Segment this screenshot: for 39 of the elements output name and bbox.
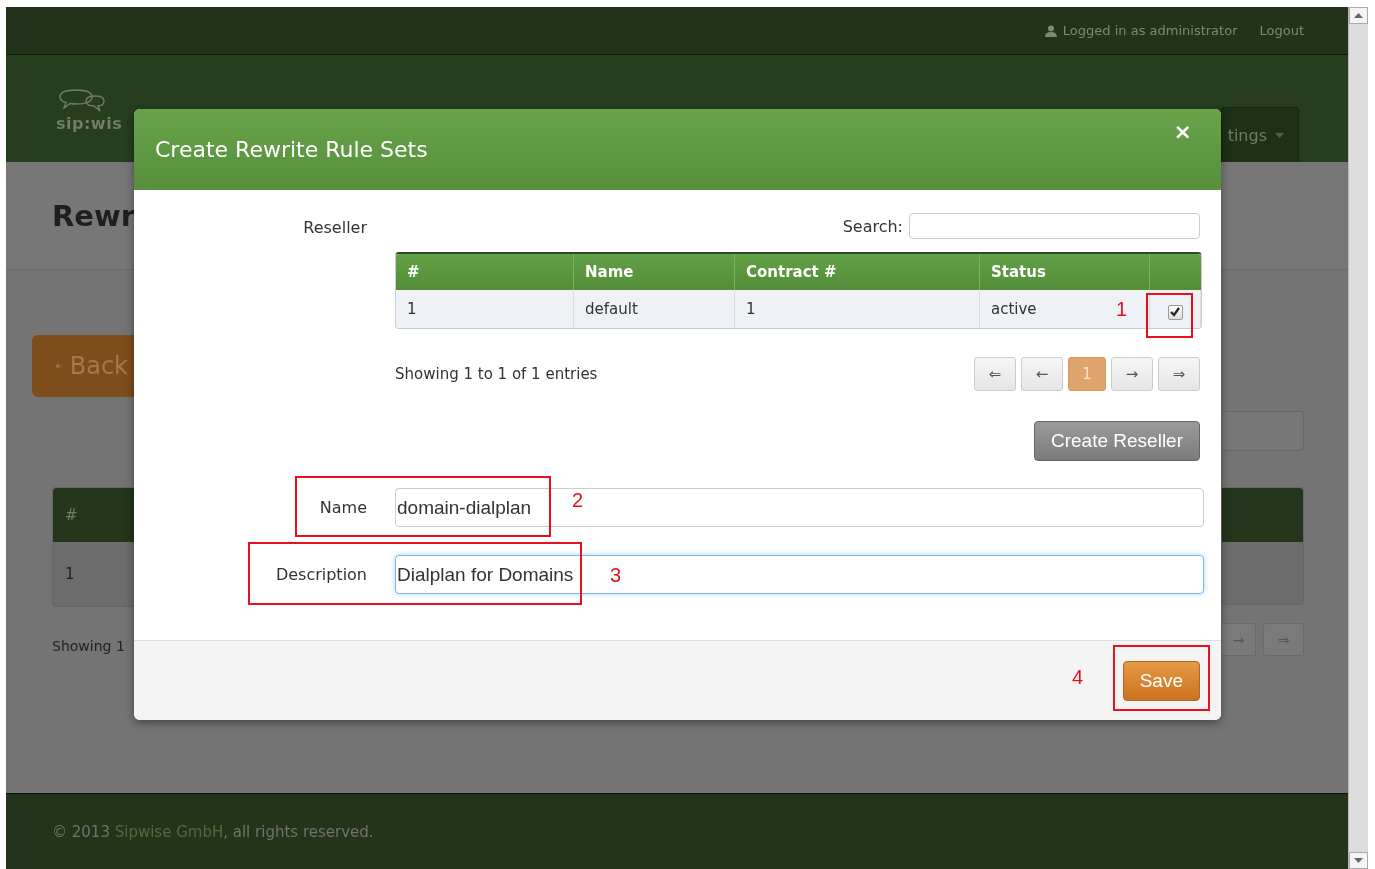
table-header: # [53, 488, 135, 542]
reseller-label: Reseller [303, 218, 367, 237]
pagination-button[interactable]: 1 [1068, 357, 1106, 391]
logout-link[interactable]: Logout [1259, 23, 1304, 38]
pagination-button[interactable]: ⇒ [1158, 357, 1200, 391]
modal-title: Create Rewrite Rule Sets [155, 137, 428, 162]
annotation-number: 3 [610, 563, 622, 587]
settings-menu[interactable]: tings [1221, 107, 1299, 162]
table-info-text: Showing 1 [52, 638, 125, 654]
table-cell-text: 1 [64, 564, 76, 585]
speech-bubbles-icon [56, 88, 108, 114]
logged-in-text: Logged in as administrator [1062, 23, 1238, 38]
scroll-up-icon[interactable] [1349, 7, 1368, 24]
user-icon [1044, 24, 1057, 37]
checkbox[interactable] [1167, 304, 1183, 320]
table-cell: 1 [396, 290, 574, 328]
logo-text: sip:wis [56, 114, 123, 134]
pagination-button[interactable]: → [1222, 623, 1256, 656]
search-label: Search: [842, 216, 903, 236]
scroll-down-icon[interactable] [1349, 852, 1368, 869]
search-field[interactable] [1222, 411, 1304, 451]
page-title: Rewr [52, 198, 136, 233]
pagination-button[interactable]: ⇒ [1263, 623, 1304, 656]
annotation-box [1146, 293, 1193, 338]
annotation-number: 4 [1072, 665, 1084, 689]
pagination-button[interactable]: → [1111, 357, 1153, 391]
save-button[interactable]: Save [1122, 660, 1200, 701]
table-cell: 1 [735, 290, 980, 328]
annotation-number: 1 [1116, 297, 1128, 321]
table-info-text: Showing 1 to 1 of 1 entries [395, 365, 598, 383]
field-label: Description [275, 565, 367, 584]
field-label: Name [319, 498, 367, 517]
pagination-button[interactable]: ⇐ [974, 357, 1016, 391]
pagination-button[interactable]: ← [1021, 357, 1063, 391]
table-cell: default [574, 290, 735, 328]
caret-icon [1275, 132, 1284, 138]
close-button[interactable]: × [1165, 119, 1200, 144]
create-reseller-button[interactable]: Create Reseller [1034, 421, 1200, 461]
annotation-number: 2 [572, 488, 584, 512]
